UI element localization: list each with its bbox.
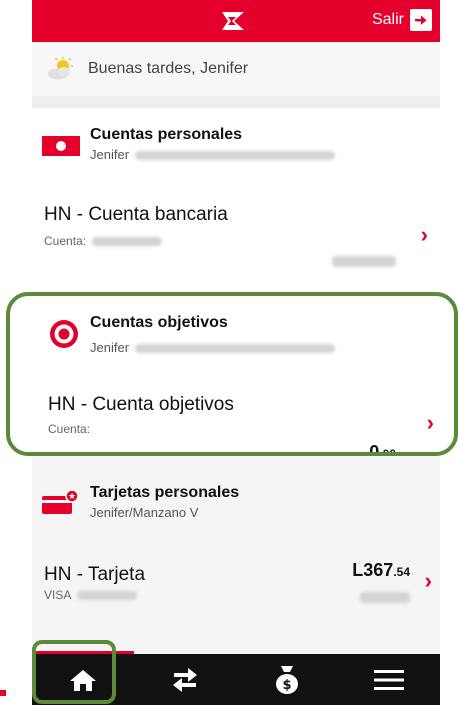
highlight-goal-accounts [6,292,458,456]
menu-icon [374,669,404,690]
nav-menu[interactable] [338,654,440,705]
credit-card-icon: ★ [42,489,79,514]
card-name: HN - Tarjeta [44,564,146,585]
chevron-right-icon: › [424,568,432,593]
account-number-label: Cuenta: [44,234,163,248]
section-title: Tarjetas personales [90,484,240,501]
card-balance: L367.54 [352,560,410,580]
exit-arrow-icon [410,9,432,31]
svg-text:★: ★ [68,492,76,502]
separator [32,96,440,108]
account-row-bancaria[interactable]: HN - Cuenta bancaria Cuenta: › [32,198,440,278]
logout-label: Salir [371,11,404,28]
greeting-bar: Buenas tardes, Jenifer [32,42,440,96]
svg-text:$: $ [282,678,291,693]
greeting-text: Buenas tardes, Jenifer [88,60,249,77]
partly-cloudy-icon [48,57,73,80]
cards-header: ★ Tarjetas personales Jenifer/Manzano V [32,484,440,520]
highlight-home-nav [32,640,116,704]
money-bag-icon: $ [276,665,298,694]
logout-button[interactable]: Salir [372,8,432,32]
corner-mark [0,690,6,696]
section-owner: Jenifer [90,147,336,162]
card-secondary-amount-hidden [354,586,410,607]
section-owner: Jenifer/Manzano V [90,505,199,520]
transfer-arrows-icon [173,667,197,692]
account-name: HN - Cuenta bancaria [44,204,228,225]
top-bar: Salir [32,0,440,42]
nav-money[interactable]: $ [236,654,338,705]
nav-transfers[interactable] [134,654,236,705]
personal-accounts-header: Cuentas personales Jenifer [32,126,440,162]
card-row-tarjeta[interactable]: HN - Tarjeta VISA L367.54 › [32,558,440,618]
chevron-right-icon: › [420,222,428,247]
cash-bill-icon [42,136,80,156]
card-brand: VISA [44,588,138,602]
account-balance-hidden [326,250,396,271]
bank-logo-icon [222,12,244,30]
section-title: Cuentas personales [90,126,243,143]
